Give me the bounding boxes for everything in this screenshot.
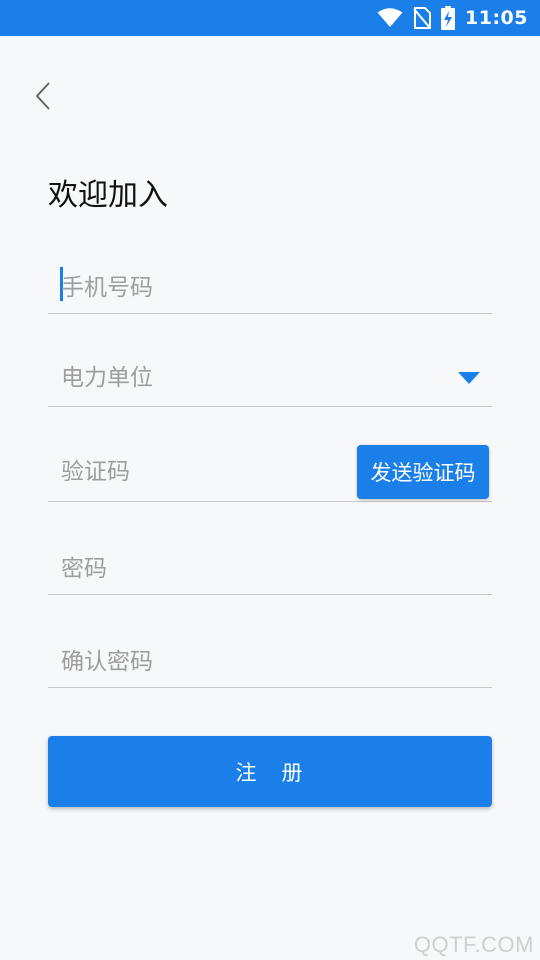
battery-charging-icon bbox=[441, 6, 456, 30]
password-field bbox=[48, 535, 492, 595]
status-time: 11:05 bbox=[465, 7, 528, 29]
dropdown-triangle-icon[interactable] bbox=[458, 372, 480, 384]
status-icons: 11:05 bbox=[377, 0, 528, 36]
code-field: 发送验证码 bbox=[48, 440, 492, 502]
confirm-password-input[interactable] bbox=[61, 649, 492, 675]
chevron-left-icon bbox=[35, 82, 50, 110]
wifi-icon bbox=[377, 8, 403, 28]
unit-select[interactable]: 电力单位 bbox=[48, 348, 492, 407]
back-button[interactable] bbox=[26, 78, 60, 114]
status-bar: 11:05 bbox=[0, 0, 540, 36]
phone-field bbox=[48, 256, 492, 314]
password-input[interactable] bbox=[61, 556, 492, 582]
send-code-button[interactable]: 发送验证码 bbox=[357, 445, 489, 499]
page-title: 欢迎加入 bbox=[48, 178, 168, 213]
no-sim-icon bbox=[413, 7, 432, 29]
unit-select-label: 电力单位 bbox=[61, 365, 153, 391]
code-input[interactable] bbox=[61, 459, 342, 485]
watermark: QQTF.COM bbox=[413, 932, 534, 957]
confirm-password-field bbox=[48, 628, 492, 688]
phone-input[interactable] bbox=[61, 275, 492, 301]
register-button[interactable]: 注 册 bbox=[48, 736, 492, 807]
